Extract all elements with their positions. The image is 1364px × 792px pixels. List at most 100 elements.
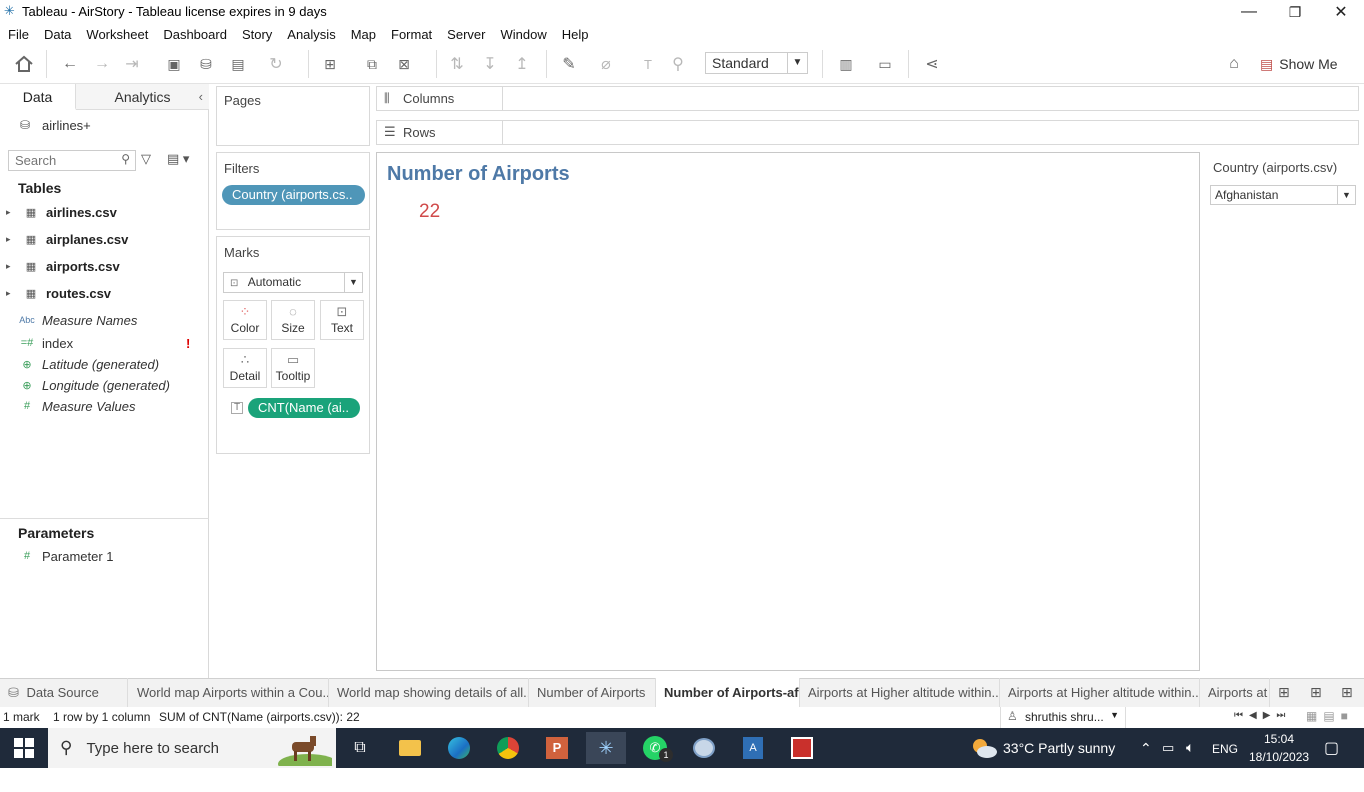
tab-sheet-7[interactable]: Airports at bbox=[1200, 678, 1270, 707]
clock-date[interactable]: 18/10/2023 bbox=[1249, 750, 1309, 764]
menu-format[interactable]: Format bbox=[391, 27, 432, 42]
tab-sheet-2[interactable]: World map showing details of all... bbox=[329, 678, 529, 707]
menu-worksheet[interactable]: Worksheet bbox=[86, 27, 148, 42]
parameter-item[interactable]: # Parameter 1 bbox=[0, 546, 205, 566]
group-members-icon[interactable]: ⌀ bbox=[594, 52, 618, 76]
pages-card[interactable]: Pages bbox=[216, 86, 370, 146]
user-menu[interactable]: ♙ shruthis shru... ▼ bbox=[1000, 707, 1126, 728]
expand-icon[interactable]: ▸ bbox=[6, 207, 18, 218]
volume-icon[interactable]: 🔈︎ bbox=[1186, 739, 1194, 756]
show-mark-labels-icon[interactable]: T bbox=[636, 52, 660, 76]
battery-icon[interactable]: ▭ bbox=[1162, 740, 1174, 756]
tableau-taskbar-icon[interactable]: ✳ bbox=[586, 732, 626, 764]
chrome-icon[interactable] bbox=[488, 732, 528, 764]
view-options-icon[interactable]: ▤ ▾ bbox=[167, 151, 189, 167]
sheet-navigation-icons[interactable]: ⏮◀▶⏭ bbox=[1234, 710, 1291, 721]
expand-icon[interactable]: ▸ bbox=[6, 261, 18, 272]
paint-icon[interactable] bbox=[684, 732, 724, 764]
text-pill-cnt-name[interactable]: CNT(Name (ai.. bbox=[248, 398, 360, 418]
menu-analysis[interactable]: Analysis bbox=[287, 27, 335, 42]
duplicate-sheet-icon[interactable]: ⧉ bbox=[360, 52, 384, 76]
table-item-airplanes[interactable]: ▸ ▦ airplanes.csv bbox=[0, 229, 205, 249]
fix-axes-icon[interactable]: ⚲ bbox=[666, 52, 690, 76]
highlight-icon[interactable]: ✎ bbox=[557, 52, 581, 76]
powerpoint-icon[interactable]: P bbox=[537, 732, 577, 764]
menu-data[interactable]: Data bbox=[44, 27, 71, 42]
worksheet-view[interactable]: Number of Airports 22 bbox=[376, 152, 1200, 671]
field-measure-values[interactable]: # Measure Values bbox=[0, 396, 205, 416]
expand-icon[interactable]: ▸ bbox=[6, 234, 18, 245]
sort-ascending-icon[interactable]: ↧ bbox=[478, 52, 502, 76]
new-story-tab-icon[interactable]: ⊞ bbox=[1341, 684, 1353, 701]
new-worksheet-icon[interactable]: ⊞ bbox=[318, 52, 342, 76]
clear-sheet-icon[interactable]: ⊠ bbox=[392, 52, 416, 76]
view-mode-icons[interactable]: ▦▤■ bbox=[1306, 709, 1354, 723]
document-app-icon[interactable]: A bbox=[733, 732, 773, 764]
tab-sheet-3[interactable]: Number of Airports bbox=[529, 678, 656, 707]
fit-mode-select[interactable]: Standard ▼ bbox=[705, 52, 808, 74]
size-mark-button[interactable]: ◌ Size bbox=[271, 300, 315, 340]
show-hidden-icons-icon[interactable]: ⌃ bbox=[1140, 740, 1152, 757]
tab-sheet-1[interactable]: World map Airports within a Cou... bbox=[129, 678, 329, 707]
datasource-item[interactable]: ⛁ airlines+ bbox=[20, 115, 91, 135]
format-painter-icon[interactable]: ⌂ bbox=[1222, 52, 1246, 76]
show-cards-icon[interactable]: ▥ bbox=[834, 52, 858, 76]
table-item-routes[interactable]: ▸ ▦ routes.csv bbox=[0, 283, 205, 303]
menu-story[interactable]: Story bbox=[242, 27, 272, 42]
new-datasource-icon[interactable]: ⛁ bbox=[194, 52, 218, 76]
field-index[interactable]: =# index ! bbox=[0, 333, 205, 353]
field-search-box[interactable]: ⚲ bbox=[8, 150, 136, 171]
table-item-airports[interactable]: ▸ ▦ airports.csv bbox=[0, 256, 205, 276]
clock-time[interactable]: 15:04 bbox=[1264, 732, 1294, 746]
table-item-airlines[interactable]: ▸ ▦ airlines.csv bbox=[0, 202, 205, 222]
filters-card[interactable]: Filters Country (airports.cs.. bbox=[216, 152, 370, 230]
field-longitude[interactable]: ⊕ Longitude (generated) bbox=[0, 375, 205, 395]
tab-sheet-6[interactable]: Airports at Higher altitude within... bbox=[1000, 678, 1200, 707]
new-dashboard-tab-icon[interactable]: ⊞ bbox=[1310, 684, 1322, 701]
redo-icon[interactable]: → bbox=[90, 52, 114, 76]
tab-data-source[interactable]: ⛁ Data Source bbox=[0, 678, 128, 707]
tab-sheet-5[interactable]: Airports at Higher altitude within... bbox=[800, 678, 1000, 707]
tab-analytics[interactable]: Analytics ‹ bbox=[76, 84, 209, 110]
field-measure-names[interactable]: Abc Measure Names bbox=[0, 310, 205, 330]
color-mark-button[interactable]: ⁘ Color bbox=[223, 300, 267, 340]
menu-server[interactable]: Server bbox=[447, 27, 485, 42]
menu-dashboard[interactable]: Dashboard bbox=[163, 27, 227, 42]
weather-icon[interactable] bbox=[968, 736, 998, 760]
tab-data[interactable]: Data bbox=[0, 84, 76, 110]
task-view-icon[interactable]: ⧉ bbox=[340, 732, 380, 764]
taskbar-search-box[interactable]: ⚲ Type here to search bbox=[48, 728, 338, 774]
mark-type-select[interactable]: ⊡ Automatic ▼ bbox=[223, 272, 363, 293]
collapse-pane-icon[interactable]: ‹ bbox=[199, 84, 203, 110]
share-icon[interactable]: ⋖ bbox=[920, 52, 944, 76]
field-search-input[interactable] bbox=[9, 151, 109, 170]
new-worksheet-tab-icon[interactable]: ⊞ bbox=[1278, 684, 1290, 701]
tab-sheet-active[interactable]: Number of Airports-afg bbox=[656, 678, 800, 707]
menu-file[interactable]: File bbox=[8, 27, 29, 42]
language-indicator[interactable]: ENG bbox=[1212, 742, 1238, 756]
undo-icon[interactable]: ← bbox=[58, 52, 82, 76]
edge-icon[interactable] bbox=[439, 732, 479, 764]
menu-window[interactable]: Window bbox=[500, 27, 546, 42]
view-value-label[interactable]: 22 bbox=[419, 201, 440, 223]
text-mark-button[interactable]: ⊡ Text bbox=[320, 300, 364, 340]
pause-updates-icon[interactable]: ▤ bbox=[226, 52, 250, 76]
menu-map[interactable]: Map bbox=[351, 27, 376, 42]
restore-button[interactable]: ❐ bbox=[1272, 0, 1318, 24]
home-icon[interactable] bbox=[12, 52, 36, 76]
tooltip-mark-button[interactable]: ▭ Tooltip bbox=[271, 348, 315, 388]
photo-app-icon[interactable] bbox=[782, 732, 822, 764]
rows-shelf[interactable]: ☰ Rows bbox=[376, 120, 1359, 145]
replay-icon[interactable]: ⇥ bbox=[120, 52, 144, 76]
columns-shelf[interactable]: ⫼ Columns bbox=[376, 86, 1359, 111]
save-icon[interactable]: ▣ bbox=[162, 52, 186, 76]
field-latitude[interactable]: ⊕ Latitude (generated) bbox=[0, 354, 205, 374]
refresh-icon[interactable]: ↻ bbox=[264, 52, 288, 76]
filter-pill-country[interactable]: Country (airports.cs.. bbox=[222, 185, 365, 205]
minimize-button[interactable]: — bbox=[1226, 0, 1272, 24]
swap-rows-columns-icon[interactable]: ⇅ bbox=[445, 52, 469, 76]
expand-icon[interactable]: ▸ bbox=[6, 288, 18, 299]
country-filter-dropdown[interactable]: Afghanistan ▼ bbox=[1210, 185, 1356, 205]
show-me-button[interactable]: ▤ Show Me bbox=[1260, 52, 1338, 76]
notifications-icon[interactable]: ▢ bbox=[1324, 738, 1339, 758]
